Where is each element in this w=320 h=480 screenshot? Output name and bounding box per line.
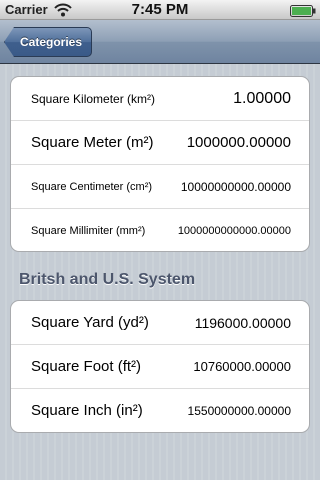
battery-icon — [290, 4, 316, 17]
section-header-british: Britsh and U.S. System — [19, 271, 196, 288]
unit-value: 1000000000000.00000 — [177, 225, 291, 237]
unit-row-square-kilometer[interactable]: Square Kilometer (km²) 1.00000 — [11, 77, 309, 121]
unit-value: 1000000.00000 — [186, 134, 291, 151]
navigation-bar: Categories — [0, 20, 320, 64]
unit-label: Square Millimiter (mm²) — [31, 225, 146, 237]
unit-label: Square Centimeter (cm²) — [31, 181, 153, 193]
unit-row-square-yard[interactable]: Square Yard (yd²) 1196000.00000 — [11, 301, 309, 345]
clock: 7:45 PM — [131, 1, 189, 18]
unit-row-square-centimeter[interactable]: Square Centimeter (cm²) 10000000000.0000… — [11, 165, 309, 209]
unit-value: 1196000.00000 — [194, 315, 291, 331]
unit-row-square-inch[interactable]: Square Inch (in²) 1550000000.00000 — [11, 389, 309, 432]
unit-row-square-millimeter[interactable]: Square Millimiter (mm²) 1000000000000.00… — [11, 209, 309, 251]
unit-value: 1.00000 — [233, 90, 291, 107]
british-units-group: Square Yard (yd²) 1196000.00000 Square F… — [10, 300, 310, 433]
unit-row-square-foot[interactable]: Square Foot (ft²) 10760000.00000 — [11, 345, 309, 389]
metric-units-group: Square Kilometer (km²) 1.00000 Square Me… — [10, 76, 310, 252]
unit-label: Square Meter (m²) — [31, 134, 154, 151]
unit-value: 1550000000.00000 — [187, 404, 291, 418]
unit-label: Square Yard (yd²) — [31, 314, 149, 331]
unit-label: Square Inch (in²) — [31, 402, 143, 419]
unit-value: 10000000000.00000 — [180, 180, 291, 194]
status-bar: Carrier 7:45 PM — [0, 0, 320, 20]
unit-label: Square Foot (ft²) — [31, 358, 142, 375]
unit-row-square-meter[interactable]: Square Meter (m²) 1000000.00000 — [11, 121, 309, 165]
back-button-categories[interactable]: Categories — [4, 27, 93, 57]
unit-value: 10760000.00000 — [193, 359, 291, 374]
unit-label: Square Kilometer (km²) — [31, 92, 156, 106]
